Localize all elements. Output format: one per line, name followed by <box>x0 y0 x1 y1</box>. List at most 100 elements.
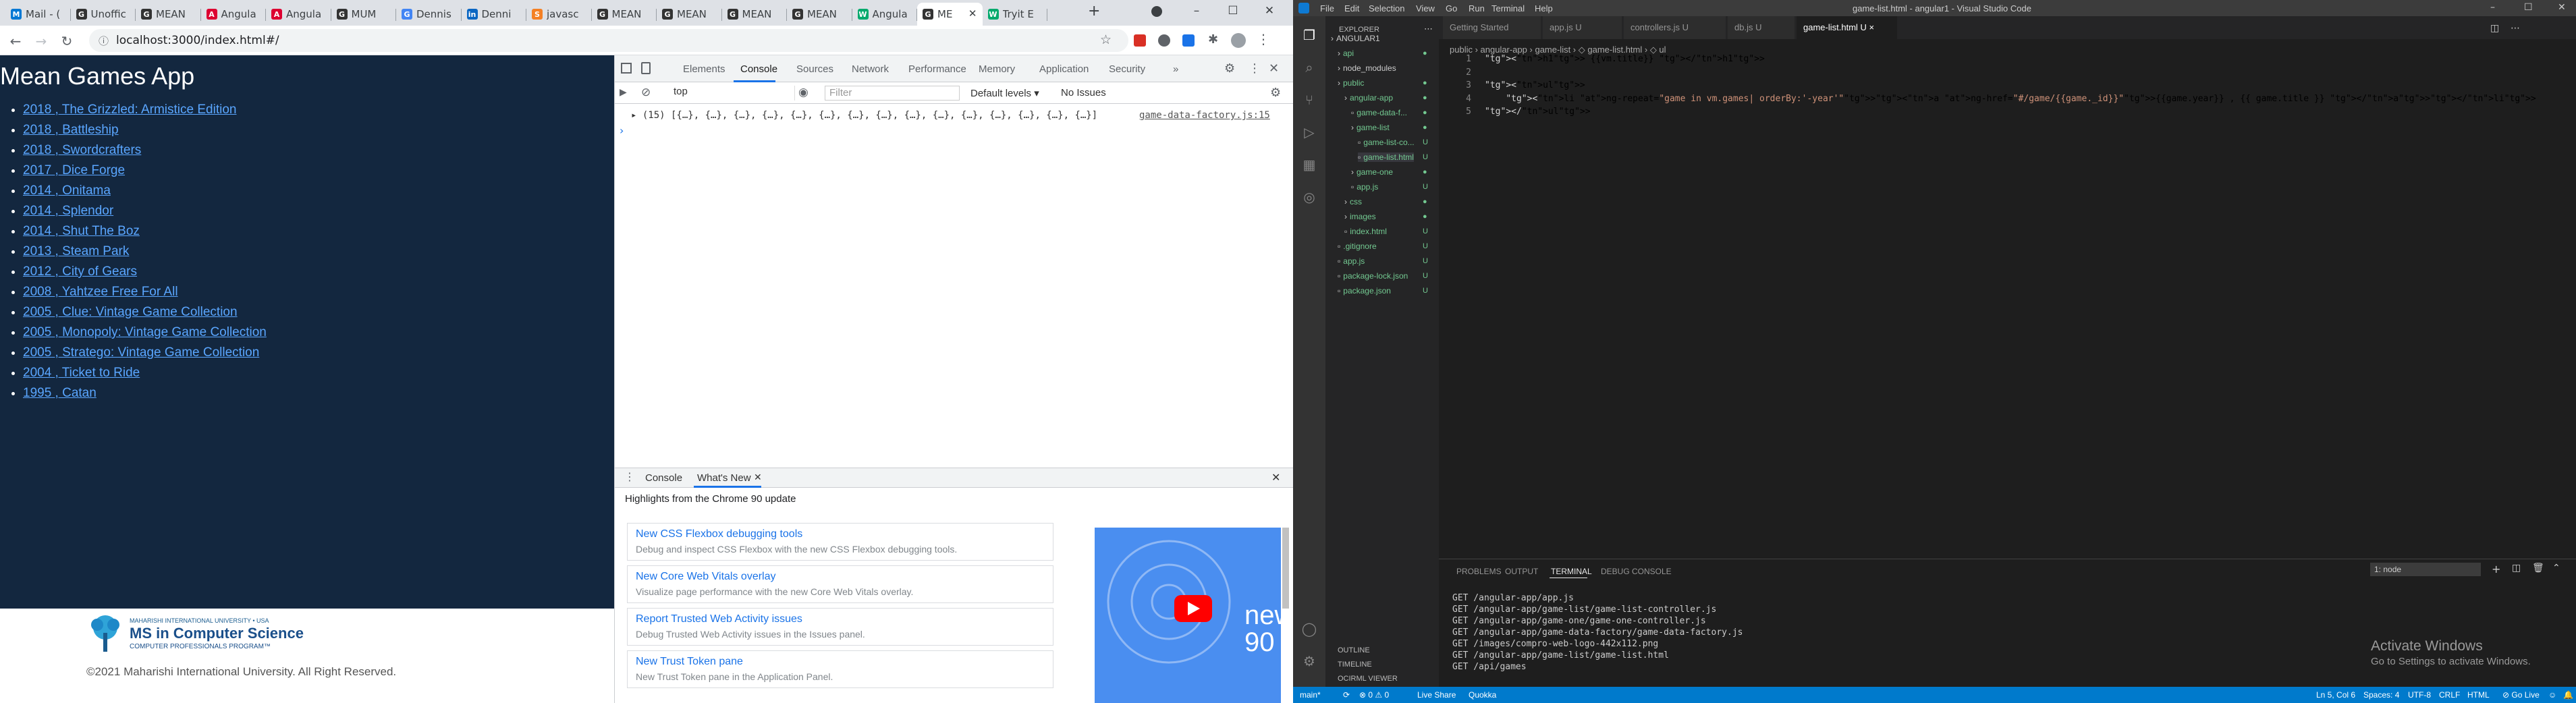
tree-item[interactable]: › ANGULAR1 <box>1331 34 1380 43</box>
split-editor-icon[interactable]: ◫ <box>2490 23 2499 34</box>
context-select[interactable]: top <box>674 86 795 101</box>
status-eol[interactable]: CRLF <box>2439 690 2460 700</box>
editor-tab[interactable]: game-list.html U × <box>1797 16 1898 39</box>
code-line[interactable]: "tg"><"tn">h1"tg">> {{vm.title}} "tg"></… <box>1485 54 1765 64</box>
devtools-close-icon[interactable]: ✕ <box>1269 61 1279 76</box>
status-go-live[interactable]: ⊘ Go Live <box>2502 690 2540 700</box>
card-title[interactable]: Report Trusted Web Activity issues <box>636 613 802 625</box>
source-control-icon[interactable]: ⑂ <box>1301 92 1317 108</box>
editor-more-icon[interactable]: ⋯ <box>2511 23 2520 34</box>
search-icon[interactable]: ⌕ <box>1301 59 1317 76</box>
devtools-menu-icon[interactable]: ⋮ <box>1249 61 1261 76</box>
vscode-maximize-icon[interactable]: ☐ <box>2524 2 2533 13</box>
whats-new-card[interactable]: New Core Web Vitals overlay Visualize pag… <box>627 565 1053 603</box>
tab-close-icon[interactable]: ✕ <box>968 7 977 20</box>
tab-elements[interactable]: Elements <box>683 63 725 75</box>
notifications-bell-icon[interactable]: 🔔 <box>2563 690 2573 700</box>
minimize-icon[interactable]: – <box>1181 0 1212 22</box>
back-icon[interactable]: ← <box>7 32 24 50</box>
extensions-puzzle-icon[interactable]: ✱ <box>1208 32 1218 47</box>
game-link[interactable]: 2018 , The Grizzled: Armistice Edition <box>23 103 236 117</box>
game-link[interactable]: 2008 , Yahtzee Free For All <box>23 285 178 299</box>
info-icon[interactable]: ⓘ <box>99 34 109 48</box>
tab-memory[interactable]: Memory <box>979 63 1015 75</box>
sidebar-section-2[interactable]: OCIRML VIEWER <box>1338 675 1398 683</box>
sidebar-toggle-icon[interactable]: ▶ <box>620 87 627 98</box>
extension-icon[interactable] <box>1158 34 1170 47</box>
tree-item[interactable]: › api <box>1338 49 1354 58</box>
menu-run[interactable]: Run <box>1469 3 1485 13</box>
explorer-more-icon[interactable]: ⋯ <box>1424 24 1433 34</box>
more-tabs-icon[interactable]: » <box>1173 63 1178 75</box>
sidebar-section-1[interactable]: TIMELINE <box>1338 660 1372 669</box>
code-line[interactable]: "tg"><"tn">ul"tg">> <box>1485 80 1585 90</box>
card-title[interactable]: New Core Web Vitals overlay <box>636 571 776 583</box>
browser-tab[interactable]: G MEAN <box>592 3 657 26</box>
tree-item[interactable]: ▫ package-lock.json <box>1338 271 1408 281</box>
sidebar-section-0[interactable]: OUTLINE <box>1338 646 1370 654</box>
tree-item[interactable]: ▫ index.html <box>1344 227 1387 236</box>
tree-item[interactable]: ▫ game-list-co... <box>1358 138 1415 147</box>
extension-icon[interactable] <box>1182 34 1195 47</box>
panel-tab-problems[interactable]: PROBLEMS <box>1456 567 1502 576</box>
tree-item[interactable]: › game-one <box>1351 167 1393 177</box>
vscode-minimize-icon[interactable]: – <box>2490 2 2495 13</box>
log-levels-dropdown[interactable]: Default levels ▾ <box>970 87 1039 99</box>
tree-item[interactable]: ▫ package.json <box>1338 286 1391 296</box>
run-debug-icon[interactable]: ▷ <box>1301 124 1317 140</box>
chrome-90-video-thumbnail[interactable]: new 90 <box>1095 528 1281 703</box>
browser-tab[interactable]: W Tryit E <box>983 3 1047 26</box>
console-prompt[interactable]: › <box>620 124 624 137</box>
split-terminal-icon[interactable]: ◫ <box>2512 563 2521 573</box>
game-link[interactable]: 2018 , Swordcrafters <box>23 143 141 157</box>
game-link[interactable]: 2013 , Steam Park <box>23 244 129 258</box>
whats-new-card[interactable]: New CSS Flexbox debugging tools Debug and… <box>627 523 1053 561</box>
remote-explorer-icon[interactable]: ◎ <box>1301 189 1317 205</box>
browser-tab[interactable]: G ME ✕ <box>917 3 983 26</box>
game-link[interactable]: 2005 , Clue: Vintage Game Collection <box>23 305 238 319</box>
vscode-close-icon[interactable]: ✕ <box>2558 2 2566 13</box>
menu-go[interactable]: Go <box>1446 3 1457 13</box>
kill-terminal-icon[interactable]: 🗑 <box>2532 563 2544 573</box>
game-link[interactable]: 2012 , City of Gears <box>23 264 137 279</box>
browser-tab[interactable]: Sjavasc <box>526 3 592 26</box>
extensions-icon[interactable]: ▦ <box>1301 157 1317 173</box>
status-encoding[interactable]: UTF-8 <box>2408 690 2431 700</box>
browser-tab[interactable]: G Dennis <box>396 3 462 26</box>
tree-item[interactable]: ▫ app.js <box>1338 256 1365 266</box>
tree-item[interactable]: ▫ app.js <box>1351 182 1378 192</box>
menu-edit[interactable]: Edit <box>1344 3 1359 13</box>
explorer-files-icon[interactable]: ❐ <box>1301 27 1317 43</box>
window-close-icon[interactable]: ✕ <box>1254 0 1285 22</box>
settings-gear-icon[interactable]: ⚙ <box>1224 61 1235 76</box>
browser-tab[interactable]: W Angula <box>852 3 917 26</box>
game-link[interactable]: 2017 , Dice Forge <box>23 163 125 177</box>
game-link[interactable]: 2018 , Battleship <box>23 123 119 137</box>
drawer-tab-console[interactable]: Console <box>645 472 682 484</box>
status-sync-icon[interactable]: ⟳ <box>1343 690 1350 700</box>
browser-tab[interactable]: G Unoffic <box>71 3 136 26</box>
menu-help[interactable]: Help <box>1535 3 1553 13</box>
editor-tab[interactable]: controllers.js U <box>1624 16 1726 39</box>
browser-tab[interactable]: G MEAN <box>722 3 787 26</box>
tree-item[interactable]: ▫ game-list.html <box>1358 152 1414 162</box>
tab-console[interactable]: Console <box>740 63 777 75</box>
terminal-select[interactable]: 1: node <box>2370 563 2481 576</box>
drawer-menu-icon[interactable]: ⋮ <box>624 470 635 483</box>
tree-item[interactable]: › images <box>1344 212 1376 221</box>
feedback-icon[interactable]: ☺ <box>2548 690 2556 700</box>
console-filter-input[interactable]: Filter <box>825 86 960 101</box>
issues-counter[interactable]: No Issues <box>1061 87 1106 99</box>
game-link[interactable]: 1995 , Catan <box>23 386 97 400</box>
tab-sources[interactable]: Sources <box>796 63 833 75</box>
whats-new-card[interactable]: Report Trusted Web Activity issues Debug … <box>627 608 1053 646</box>
drawer-tab-close-icon[interactable]: ✕ <box>754 472 762 483</box>
panel-tab-terminal[interactable]: TERMINAL <box>1551 567 1592 576</box>
browser-tab[interactable]: G MEAN <box>136 3 201 26</box>
status-branch[interactable]: main* <box>1300 690 1321 700</box>
status-language[interactable]: HTML <box>2467 690 2490 700</box>
drawer-scrollbar[interactable] <box>1282 528 1289 609</box>
clear-console-icon[interactable]: ⊘ <box>641 86 651 99</box>
new-tab-button[interactable]: + <box>1088 3 1100 20</box>
browser-tab[interactable]: G MEAN <box>657 3 722 26</box>
